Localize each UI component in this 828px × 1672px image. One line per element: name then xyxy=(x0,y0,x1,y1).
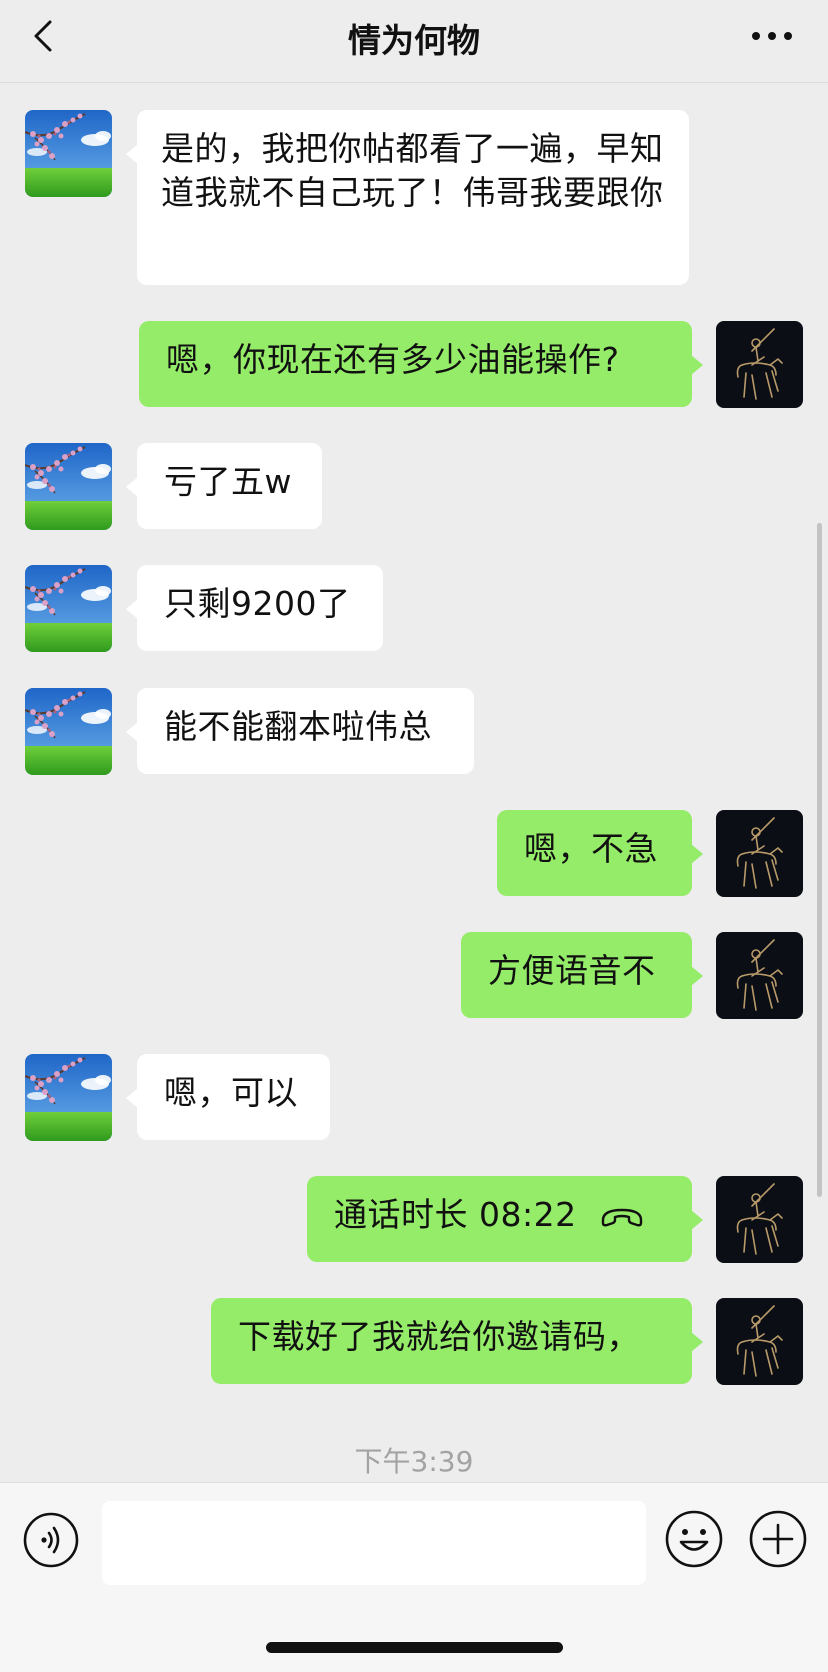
home-indicator[interactable] xyxy=(266,1642,563,1653)
message-bubble-incoming[interactable]: 是的，我把你帖都看了一遍，早知道我就不自己玩了！伟哥我要跟你 xyxy=(126,110,689,285)
contact-avatar[interactable] xyxy=(25,565,112,652)
chat-header: 情为何物 xyxy=(0,0,828,83)
message-bubble-incoming[interactable]: 嗯，可以 xyxy=(126,1054,330,1140)
my-avatar[interactable] xyxy=(716,1298,803,1385)
message-bubble-outgoing[interactable]: 下载好了我就给你邀请码， xyxy=(211,1298,703,1384)
plus-icon[interactable] xyxy=(748,1509,808,1569)
message-input[interactable] xyxy=(102,1501,646,1585)
message-bubble-incoming[interactable]: 能不能翻本啦伟总 xyxy=(126,688,474,774)
my-avatar[interactable] xyxy=(716,1176,803,1263)
call-duration-text: 通话时长 08:22 xyxy=(334,1195,577,1234)
contact-avatar[interactable] xyxy=(25,110,112,197)
call-record-bubble[interactable]: 通话时长 08:22 xyxy=(307,1176,703,1262)
message-timestamp: 下午3:39 xyxy=(354,1445,474,1478)
voice-icon[interactable] xyxy=(22,1511,80,1569)
emoji-icon[interactable] xyxy=(664,1509,724,1569)
my-avatar[interactable] xyxy=(716,321,803,408)
message-bubble-outgoing[interactable]: 嗯，不急 xyxy=(497,810,703,896)
message-bubble-incoming[interactable]: 只剩9200了 xyxy=(126,565,383,651)
more-dots-icon[interactable] xyxy=(750,16,794,56)
message-bubble-outgoing[interactable]: 方便语音不 xyxy=(461,932,703,1018)
chat-scrollbar[interactable] xyxy=(817,523,822,1197)
contact-avatar[interactable] xyxy=(25,443,112,530)
my-avatar[interactable] xyxy=(716,810,803,897)
phone-hangup-icon xyxy=(601,1208,642,1226)
contact-avatar[interactable] xyxy=(25,688,112,775)
contact-avatar[interactable] xyxy=(25,1054,112,1141)
message-bubble-incoming[interactable]: 亏了五w xyxy=(126,443,322,529)
chat-title: 情为何物 xyxy=(348,21,480,60)
my-avatar[interactable] xyxy=(716,932,803,1019)
message-bubble-outgoing[interactable]: 嗯，你现在还有多少油能操作? xyxy=(139,321,703,407)
